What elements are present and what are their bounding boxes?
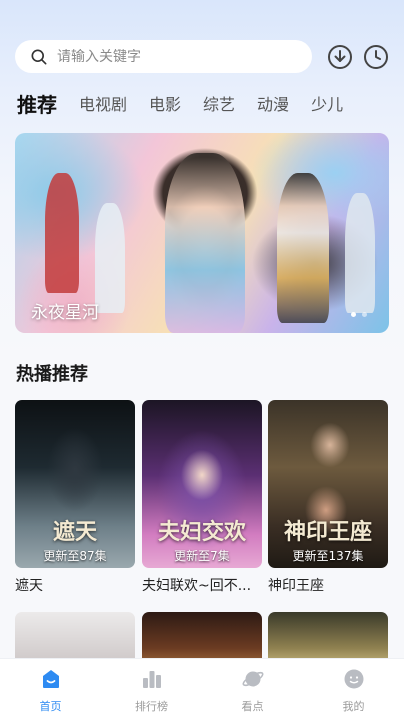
nav-ranking[interactable]: 排行榜 [101,659,202,722]
show-title: 夫妇联欢~回不... [142,578,252,594]
nav-highlights-label: 看点 [241,700,264,713]
show-card[interactable]: 遮天 更新至87集 遮天 [15,400,135,595]
show-title: 神印王座 [268,578,324,594]
carousel-dot [362,312,367,317]
nav-profile-label: 我的 [342,700,365,713]
tab-movies[interactable]: 电影 [149,91,181,115]
banner-figure [345,193,375,313]
tab-variety[interactable]: 综艺 [203,91,235,115]
poster-image: 遮天 更新至87集 [15,400,135,568]
carousel-dot [351,312,356,317]
show-title: 遮天 [15,578,43,594]
bottom-navigation: 首页 排行榜 看点 我的 [0,658,404,722]
carousel-indicator [351,312,367,317]
poster-logo: 神印王座 [283,519,372,545]
profile-icon [344,669,363,689]
tab-tv-series[interactable]: 电视剧 [79,91,127,115]
search-input[interactable] [57,48,277,65]
nav-home[interactable]: 首页 [0,659,101,722]
nav-ranking-label: 排行榜 [135,700,168,713]
ranking-icon [142,671,161,688]
episode-badge: 更新至7集 [174,549,230,563]
show-card[interactable]: 神印王座 更新至137集 神印王座 [268,400,388,595]
poster-image: 神印王座 更新至137集 [268,400,388,568]
episode-badge: 更新至87集 [43,549,107,563]
banner-figure [277,173,329,323]
section-title: 热播推荐 [16,364,88,385]
search-field[interactable] [15,40,312,73]
poster-image: 夫妇交欢 更新至7集 [142,400,262,568]
show-card[interactable]: 夫妇交欢 更新至7集 夫妇联欢~回不... [142,400,262,595]
episode-badge: 更新至137集 [292,549,364,563]
banner-figure [95,203,125,313]
poster-logo: 夫妇交欢 [157,519,246,545]
home-icon [42,670,59,688]
download-icon[interactable] [327,44,353,70]
recommend-grid-row-2 [15,612,389,672]
search-bar [15,40,390,74]
search-icon [31,49,47,64]
category-tabs: 推荐 电视剧 电影 综艺 动漫 少儿 [17,88,404,118]
nav-profile[interactable]: 我的 [303,659,404,722]
tab-anime[interactable]: 动漫 [257,91,289,115]
banner-figure [165,153,245,333]
nav-home-label: 首页 [39,700,62,713]
tab-recommend[interactable]: 推荐 [17,89,57,118]
planet-icon [242,671,263,687]
nav-highlights[interactable]: 看点 [202,659,303,722]
banner-figure [45,173,79,293]
poster-logo: 遮天 [52,519,97,545]
hero-banner[interactable]: 永夜星河 [15,133,389,333]
banner-title: 永夜星河 [31,303,99,323]
history-icon[interactable] [363,44,389,70]
tab-kids[interactable]: 少儿 [311,91,343,115]
